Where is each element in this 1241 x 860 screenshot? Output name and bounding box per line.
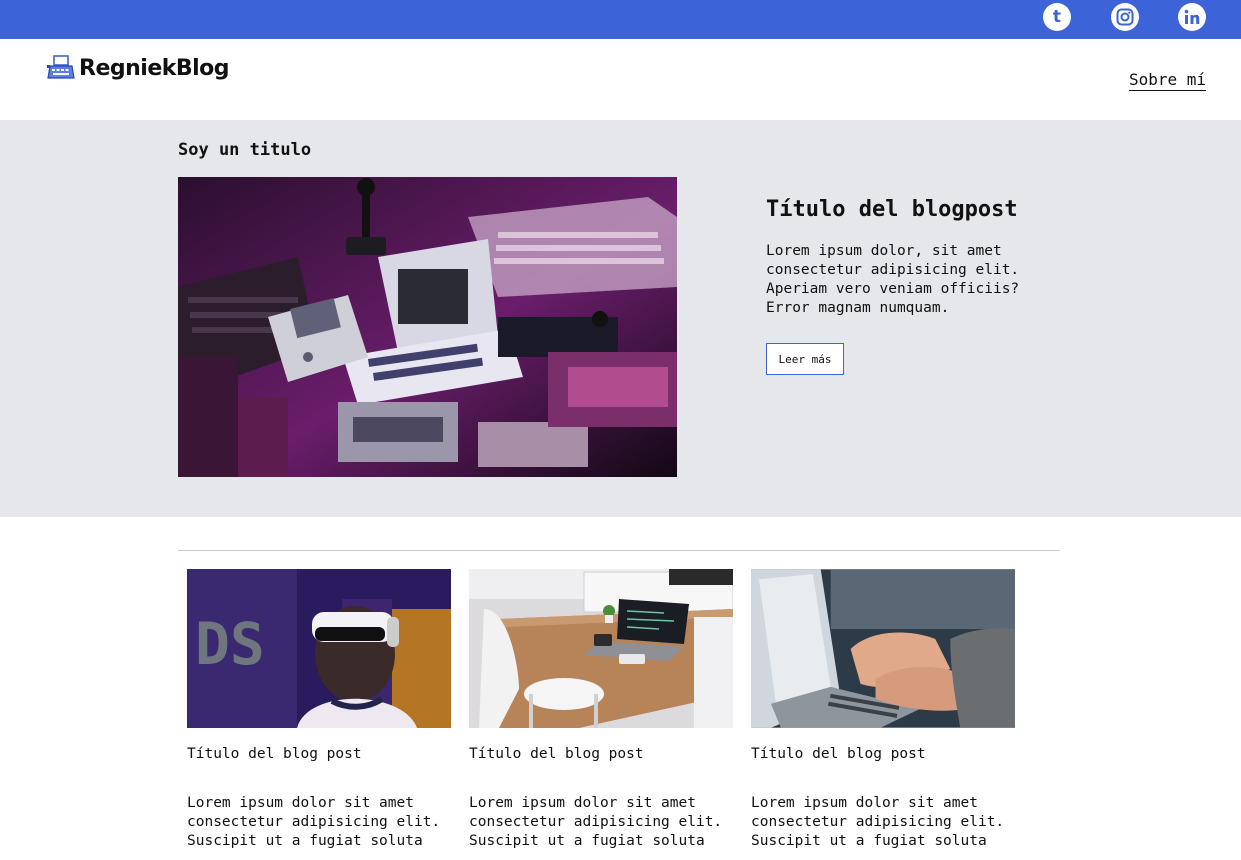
site-header: RegniekBlog Sobre mí: [0, 39, 1241, 120]
top-bar: t: [0, 0, 1241, 39]
featured-post-title[interactable]: Título del blogpost: [766, 197, 1018, 222]
post-title[interactable]: Título del blog post: [751, 746, 1016, 762]
post-image-typing[interactable]: [751, 569, 1015, 728]
post-card[interactable]: Título del blog post Lorem ipsum dolor s…: [751, 569, 1016, 851]
post-image-vr[interactable]: DS: [187, 569, 451, 728]
nav-about-link[interactable]: Sobre mí: [1129, 70, 1206, 89]
post-card[interactable]: DS Título del blog post Lorem ipsum dolo…: [187, 569, 452, 851]
section-divider: [178, 550, 1060, 551]
featured-section: Soy un titulo Título del blogpost Lorem …: [0, 120, 1241, 517]
tumblr-icon[interactable]: t: [1043, 3, 1071, 31]
read-more-button[interactable]: Leer más: [766, 343, 844, 375]
post-excerpt: Lorem ipsum dolor sit amet consectetur a…: [751, 795, 1005, 849]
logo-text: RegniekBlog: [79, 55, 230, 81]
post-excerpt: Lorem ipsum dolor sit amet consectetur a…: [469, 795, 723, 849]
tumblr-glyph: t: [1052, 7, 1062, 27]
site-logo[interactable]: RegniekBlog: [47, 54, 230, 82]
section-title: Soy un titulo: [178, 140, 312, 160]
featured-post-image[interactable]: [178, 177, 677, 477]
post-image-desk[interactable]: [469, 569, 733, 728]
post-card[interactable]: Título del blog post Lorem ipsum dolor s…: [469, 569, 734, 851]
svg-text:DS: DS: [195, 610, 265, 678]
linkedin-icon[interactable]: [1178, 3, 1206, 31]
typewriter-icon: [47, 55, 75, 79]
featured-post-excerpt: Lorem ipsum dolor, sit amet consectetur …: [766, 243, 1020, 316]
instagram-icon[interactable]: [1111, 3, 1139, 31]
post-title[interactable]: Título del blog post: [469, 746, 734, 762]
post-excerpt: Lorem ipsum dolor sit amet consectetur a…: [187, 795, 441, 849]
post-title[interactable]: Título del blog post: [187, 746, 452, 762]
